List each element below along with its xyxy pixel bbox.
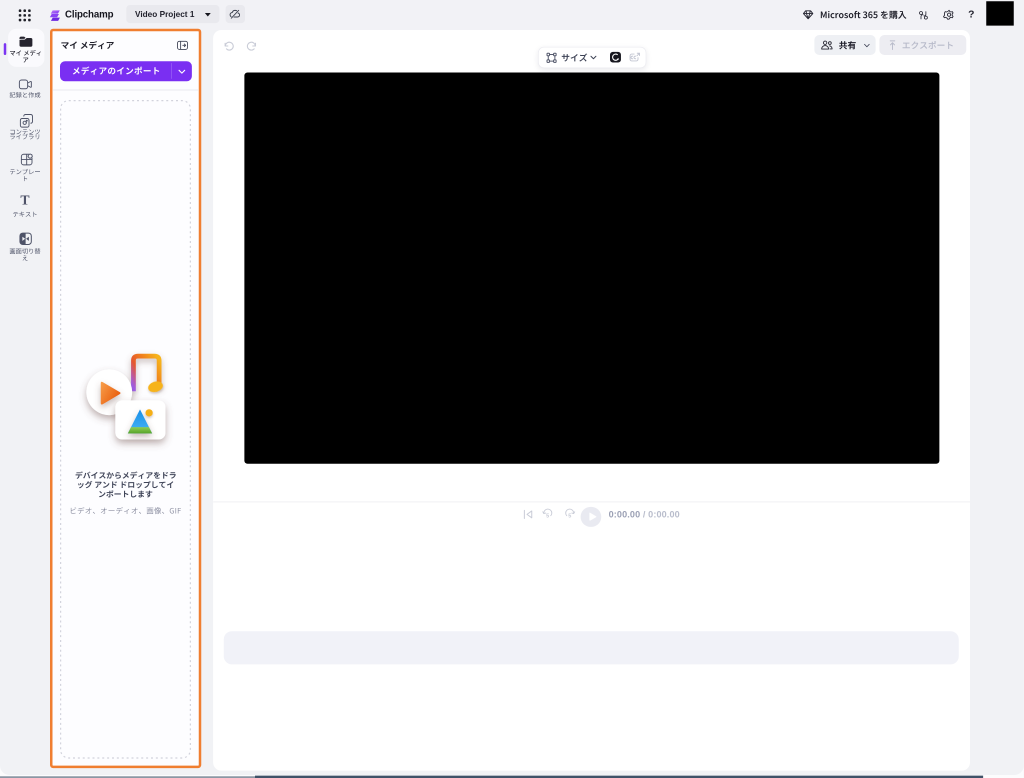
- svg-text:5: 5: [568, 513, 571, 519]
- svg-text:5: 5: [546, 513, 549, 519]
